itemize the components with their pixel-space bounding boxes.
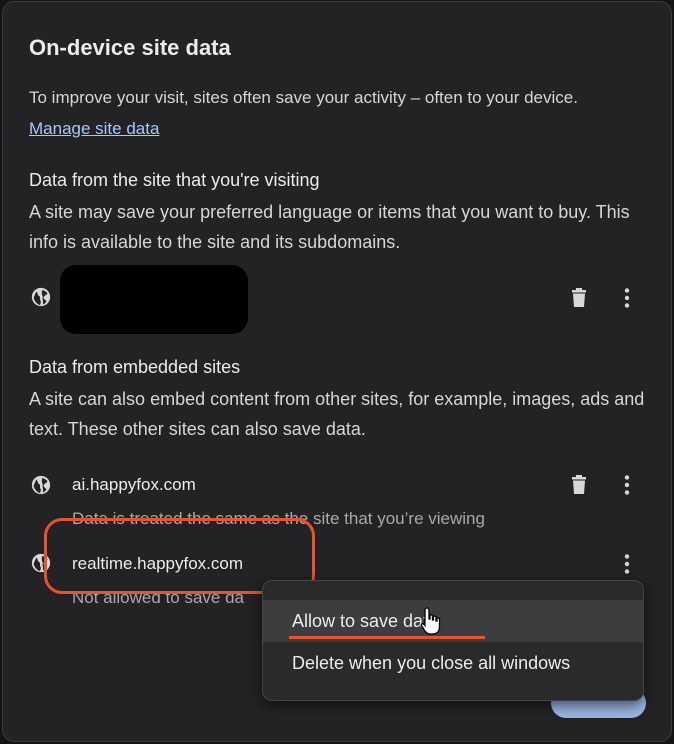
trash-icon[interactable] [567, 473, 591, 497]
site-name: ai.happyfox.com [72, 475, 196, 494]
manage-site-data-link[interactable]: Manage site data [29, 119, 159, 138]
context-menu: Allow to save data Delete when you close… [262, 580, 644, 701]
globe-icon [31, 287, 51, 307]
intro-description: To improve your visit, sites often save … [29, 88, 578, 107]
visiting-section-description: A site may save your preferred language … [29, 202, 630, 252]
annotation-underline [289, 636, 485, 639]
menu-item-delete-on-close[interactable]: Delete when you close all windows [263, 642, 643, 684]
embedded-section-heading: Data from embedded sites [29, 357, 241, 377]
dialog-title: On-device site data [29, 35, 231, 60]
more-vert-icon[interactable] [615, 552, 639, 576]
more-vert-icon[interactable] [615, 473, 639, 497]
menu-item-label: Delete when you close all windows [292, 653, 571, 673]
more-vert-icon[interactable] [615, 286, 639, 310]
embedded-section-description: A site can also embed content from other… [29, 389, 645, 439]
menu-item-label: Allow to save data [292, 611, 439, 631]
intro-text: To improve your visit, sites often save … [29, 82, 629, 144]
visiting-section-heading: Data from the site that you're visiting [29, 170, 320, 190]
globe-icon [31, 475, 51, 495]
trash-icon[interactable] [567, 286, 591, 310]
redacted-site-name [60, 265, 248, 334]
hand-cursor-icon [420, 607, 441, 635]
